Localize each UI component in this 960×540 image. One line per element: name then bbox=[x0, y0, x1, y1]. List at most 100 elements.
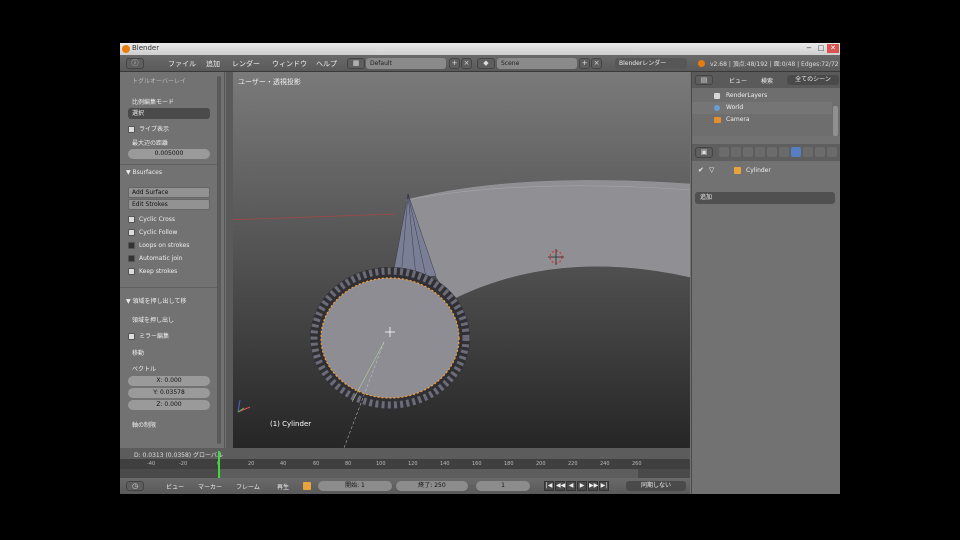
layout-field[interactable]: Default bbox=[366, 58, 446, 69]
menu-render[interactable]: レンダー bbox=[232, 59, 260, 69]
object-tab-icon[interactable] bbox=[767, 147, 777, 157]
timeline-tick: 60 bbox=[313, 461, 320, 467]
divider bbox=[120, 287, 220, 288]
menu-help[interactable]: ヘルプ bbox=[316, 59, 337, 69]
shelf-scrollbar[interactable] bbox=[217, 76, 221, 444]
timeline-editor-type-button[interactable]: ◷ bbox=[126, 481, 144, 491]
scene-add-button[interactable]: + bbox=[579, 58, 590, 69]
scene-tab-icon[interactable] bbox=[743, 147, 753, 157]
scene-icon[interactable]: ◆ bbox=[477, 58, 495, 69]
proportional-mode-select[interactable]: 選択 bbox=[128, 108, 210, 119]
outliner-row[interactable]: RenderLayers bbox=[692, 90, 832, 102]
add-modifier-dropdown[interactable]: 追加 bbox=[695, 192, 835, 204]
outliner-menu-view[interactable]: ビュー bbox=[729, 76, 747, 85]
properties-editor-type-button[interactable]: ▣ bbox=[695, 147, 713, 158]
timeline-menu-playback[interactable]: 再生 bbox=[277, 482, 289, 491]
viewport-toolbar-strip[interactable] bbox=[226, 72, 233, 448]
render-tab-icon[interactable] bbox=[719, 147, 729, 157]
vector-z-field[interactable]: Z: 0.000 bbox=[128, 400, 210, 410]
vector-y-field[interactable]: Y: 0.03578 bbox=[128, 388, 210, 398]
bsurfaces-panel-header[interactable]: ▼ Bsurfaces bbox=[126, 169, 162, 176]
scene-field[interactable]: Scene bbox=[497, 58, 577, 69]
close-button[interactable]: ✕ bbox=[827, 44, 839, 53]
layout-add-button[interactable]: + bbox=[449, 58, 460, 69]
maximize-button[interactable]: □ bbox=[815, 44, 827, 53]
outliner-row[interactable]: World bbox=[692, 102, 832, 114]
extrude-panel-header[interactable]: ▼ 領域を押し出して移 bbox=[126, 296, 186, 305]
proportional-mode-label: 比例編集モード bbox=[132, 99, 175, 106]
jump-end-button[interactable]: ▶| bbox=[599, 481, 609, 491]
minimize-button[interactable]: − bbox=[803, 44, 815, 53]
window-title: Blender bbox=[132, 44, 160, 52]
editor-type-button[interactable]: ⓘ bbox=[126, 58, 144, 69]
outliner-menu-search[interactable]: 検索 bbox=[761, 76, 773, 85]
cyclic-cross-checkbox[interactable]: Cyclic Cross bbox=[128, 216, 175, 223]
timeline-tick: 120 bbox=[408, 461, 418, 467]
prev-keyframe-button[interactable]: ◀◀ bbox=[555, 481, 565, 491]
texture-tab-icon[interactable] bbox=[827, 147, 837, 157]
mirror-edit-checkbox[interactable]: ミラー編集 bbox=[128, 331, 169, 340]
3d-viewport[interactable]: ユーザー・透視投影 (1) Cylinder bbox=[226, 72, 690, 448]
keep-strokes-checkbox[interactable]: Keep strokes bbox=[128, 268, 177, 275]
extrude-sub-label: 領域を押し出し bbox=[132, 317, 175, 324]
timeline-header: ◷ ビュー マーカー フレーム 再生 開始: 1 終了: 250 1 |◀ ◀◀… bbox=[120, 478, 690, 494]
jump-start-button[interactable]: |◀ bbox=[544, 481, 554, 491]
timeline-menu-frame[interactable]: フレーム bbox=[236, 482, 260, 491]
modifiers-tab-icon[interactable] bbox=[791, 147, 801, 157]
edit-strokes-button[interactable]: Edit Strokes bbox=[128, 199, 210, 210]
material-tab-icon[interactable] bbox=[815, 147, 825, 157]
scene-remove-button[interactable]: × bbox=[591, 58, 602, 69]
timeline-menu-marker[interactable]: マーカー bbox=[198, 482, 222, 491]
timeline-tick: 260 bbox=[632, 461, 642, 467]
world-tab-icon[interactable] bbox=[755, 147, 765, 157]
current-frame-field[interactable]: 1 bbox=[476, 481, 530, 491]
frame-start-field[interactable]: 開始: 1 bbox=[318, 481, 392, 491]
timeline-tick: 20 bbox=[248, 461, 255, 467]
frame-end-field[interactable]: 終了: 250 bbox=[396, 481, 468, 491]
menu-window[interactable]: ウィンドウ bbox=[272, 59, 307, 69]
timeline-menu-view[interactable]: ビュー bbox=[166, 482, 184, 491]
menu-file[interactable]: ファイル bbox=[168, 59, 196, 69]
window-titlebar: Blender − □ ✕ bbox=[120, 43, 840, 55]
add-surface-button[interactable]: Add Surface bbox=[128, 187, 210, 198]
layout-icon[interactable]: ▦ bbox=[347, 58, 365, 69]
automatic-join-checkbox[interactable]: Automatic join bbox=[128, 255, 183, 262]
outliner-editor-type-button[interactable]: ▤ bbox=[695, 75, 713, 85]
menu-add[interactable]: 追加 bbox=[206, 59, 220, 69]
play-reverse-button[interactable]: ◀ bbox=[566, 481, 576, 491]
properties-object-name: Cylinder bbox=[746, 167, 771, 174]
render-engine-select[interactable]: Blenderレンダー bbox=[615, 58, 687, 69]
live-display-checkbox[interactable]: ライブ表示 bbox=[128, 124, 169, 133]
sync-mode-select[interactable]: 同期しない bbox=[626, 481, 686, 491]
timeline-playhead[interactable] bbox=[218, 451, 220, 478]
info-header: ⓘ ファイル 追加 レンダー ウィンドウ ヘルプ ▦ Default + × ◆… bbox=[120, 55, 840, 72]
object-type-icon: ▽ bbox=[709, 166, 715, 174]
play-button[interactable]: ▶ bbox=[577, 481, 587, 491]
data-tab-icon[interactable] bbox=[803, 147, 813, 157]
timeline-tick: 160 bbox=[472, 461, 482, 467]
timeline-tick: 40 bbox=[280, 461, 287, 467]
checkbox-icon bbox=[128, 216, 135, 223]
pin-icon[interactable]: ✔ bbox=[698, 166, 704, 174]
outliner-scope-select[interactable]: 全てのシーン bbox=[787, 75, 839, 85]
layers-tab-icon[interactable] bbox=[731, 147, 741, 157]
loops-on-strokes-checkbox[interactable]: Loops on strokes bbox=[128, 242, 189, 249]
outliner-row[interactable]: Camera bbox=[692, 114, 832, 126]
active-object-label: (1) Cylinder bbox=[270, 420, 312, 428]
properties-object-row: ✔ ▽ Cylinder bbox=[692, 164, 840, 178]
x-axis-line bbox=[226, 213, 397, 221]
divider bbox=[120, 164, 220, 165]
vector-label: ベクトル bbox=[132, 366, 157, 373]
outliner-scrollbar[interactable] bbox=[833, 106, 838, 136]
constraints-tab-icon[interactable] bbox=[779, 147, 789, 157]
right-panel: ▤ ビュー 検索 全てのシーン RenderLayers World Camer… bbox=[691, 72, 840, 494]
timeline-tick: 80 bbox=[345, 461, 352, 467]
layout-remove-button[interactable]: × bbox=[461, 58, 472, 69]
cyclic-follow-checkbox[interactable]: Cyclic Follow bbox=[128, 229, 177, 236]
distance-field[interactable]: 0.005000 bbox=[128, 149, 210, 159]
distance-label: 最大辺の距離 bbox=[132, 140, 169, 147]
vector-x-field[interactable]: X: 0.000 bbox=[128, 376, 210, 386]
outliner-tree[interactable]: RenderLayers World Camera bbox=[692, 88, 840, 136]
keyframe-icon[interactable] bbox=[303, 482, 311, 490]
next-keyframe-button[interactable]: ▶▶ bbox=[588, 481, 598, 491]
